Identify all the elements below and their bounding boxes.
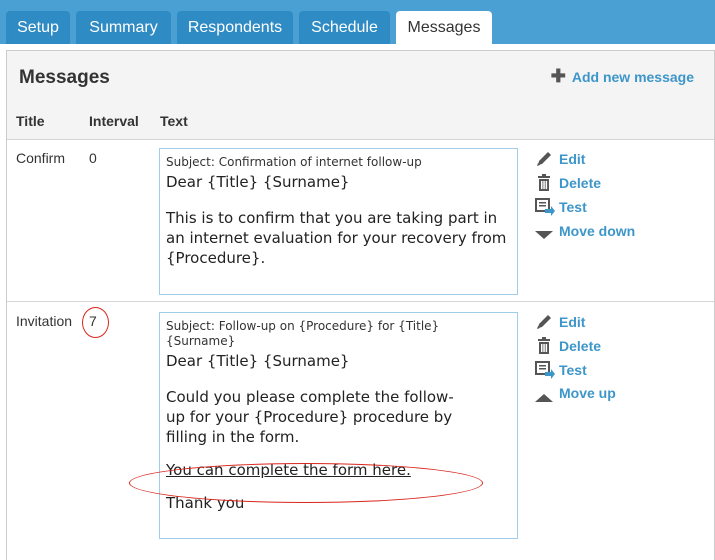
pencil-icon	[535, 313, 555, 336]
message-subject: Subject: Follow-up on {Procedure} for {T…	[166, 319, 440, 348]
trash-icon	[535, 173, 555, 198]
row-interval: 0	[89, 150, 97, 166]
message-greeting: Dear {Title} {Surname}	[166, 352, 350, 370]
triangle-up-icon	[534, 390, 554, 408]
message-paragraph: Could you please complete the follow-up …	[166, 388, 454, 446]
annotation-ellipse	[129, 463, 483, 503]
column-header-text: Text	[160, 113, 188, 129]
page-title: Messages	[19, 67, 110, 88]
delete-link[interactable]: Delete	[559, 175, 601, 191]
message-text-box[interactable]: Subject: Follow-up on {Procedure} for {T…	[159, 312, 518, 539]
message-subject: Subject: Confirmation of internet follow…	[166, 155, 422, 169]
message-paragraph: This is to confirm that you are taking p…	[166, 209, 507, 267]
row-title: Invitation	[16, 313, 73, 329]
message-text-box[interactable]: Subject: Confirmation of internet follow…	[159, 148, 518, 295]
column-header-interval: Interval	[89, 113, 139, 129]
edit-link[interactable]: Edit	[559, 151, 585, 167]
plus-icon: ✚	[550, 66, 566, 86]
tab-schedule[interactable]: Schedule	[299, 11, 390, 44]
tab-summary[interactable]: Summary	[76, 11, 171, 44]
triangle-down-icon	[534, 227, 554, 245]
message-greeting: Dear {Title} {Surname}	[166, 173, 350, 191]
tab-messages[interactable]: Messages	[396, 11, 492, 44]
add-new-message-label: Add new message	[571, 69, 694, 85]
delete-link[interactable]: Delete	[559, 338, 601, 354]
trash-icon	[535, 336, 555, 361]
tab-respondents[interactable]: Respondents	[177, 11, 293, 44]
test-link[interactable]: Test	[559, 199, 587, 215]
row-title: Confirm	[16, 150, 66, 166]
row-divider	[7, 301, 714, 302]
edit-link[interactable]: Edit	[559, 314, 585, 330]
move-down-link[interactable]: Move down	[559, 223, 635, 239]
panel-header: Messages ✚ Add new message Title Interval…	[7, 51, 714, 140]
row-interval: 7	[89, 313, 97, 329]
test-send-icon	[534, 360, 556, 385]
add-new-message-button[interactable]: ✚ Add new message	[551, 66, 694, 87]
test-link[interactable]: Test	[559, 362, 587, 378]
move-up-link[interactable]: Move up	[559, 385, 616, 401]
messages-panel: Messages ✚ Add new message Title Interval…	[6, 50, 715, 560]
test-send-icon	[534, 197, 556, 222]
tab-bar: Setup Summary Respondents Schedule Messa…	[0, 0, 715, 44]
tab-setup[interactable]: Setup	[6, 11, 70, 44]
column-header-title: Title	[16, 113, 45, 129]
pencil-icon	[535, 150, 555, 173]
